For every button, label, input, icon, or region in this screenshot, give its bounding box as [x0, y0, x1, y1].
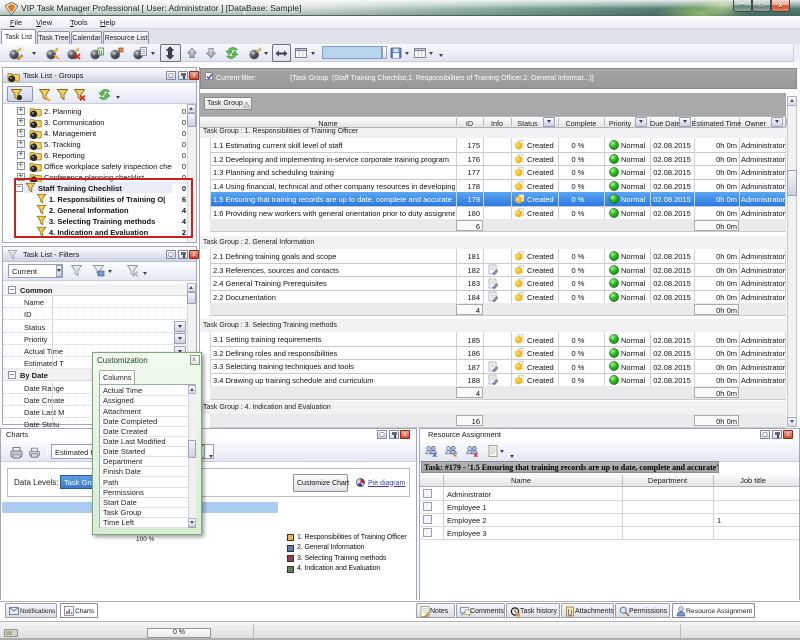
svg-text:g: g — [99, 50, 102, 56]
